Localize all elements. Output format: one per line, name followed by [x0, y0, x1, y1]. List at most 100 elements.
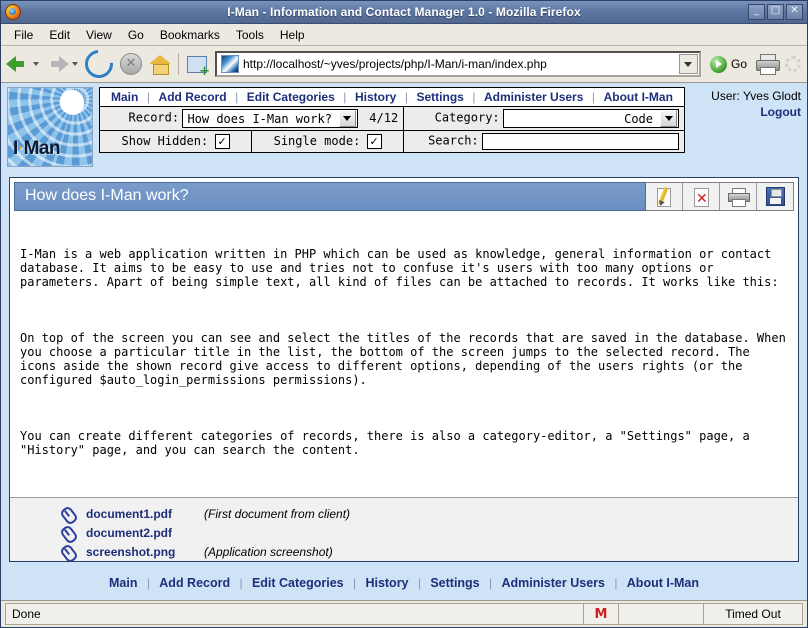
site-favicon-icon — [221, 55, 239, 73]
nav-about-iman[interactable]: About I-Man — [599, 90, 678, 104]
list-item: document2.pdf — [60, 525, 788, 541]
menu-go[interactable]: Go — [121, 26, 151, 44]
nav-separator: | — [146, 90, 150, 104]
bottom-nav-main[interactable]: Main — [103, 576, 143, 590]
page-viewport: I·Man Main | Add Record | Edit Categorie… — [1, 83, 807, 600]
bottom-nav-settings[interactable]: Settings — [424, 576, 485, 590]
attachment-link[interactable]: document2.pdf — [86, 526, 198, 540]
status-timed-out: Timed Out — [704, 603, 803, 625]
browser-window: I-Man - Information and Contact Manager … — [0, 0, 808, 628]
maximize-button[interactable]: □ — [767, 4, 784, 20]
nav-edit-categories[interactable]: Edit Categories — [242, 90, 340, 104]
show-hidden-label: Show Hidden: — [121, 133, 209, 148]
back-arrow-icon[interactable] — [5, 51, 31, 77]
record-panel-header: How does I-Man work? ✕ — [10, 178, 798, 211]
printer-icon — [728, 188, 750, 207]
url-dropdown-chevron-down-icon[interactable] — [678, 54, 698, 74]
nav-separator: | — [591, 90, 596, 104]
attachments-list: document1.pdf (First document from clien… — [10, 497, 798, 561]
record-select[interactable]: How does I-Man work? — [182, 109, 358, 128]
record-paragraph: On top of the screen you can see and sel… — [20, 331, 794, 387]
list-item: document1.pdf (First document from clien… — [60, 506, 788, 522]
delete-record-button[interactable]: ✕ — [683, 183, 720, 210]
header-controls-table: Main | Add Record | Edit Categories | Hi… — [98, 87, 685, 153]
window-title: I-Man - Information and Contact Manager … — [227, 5, 581, 19]
single-mode-label: Single mode: — [273, 133, 361, 148]
save-record-button[interactable] — [757, 183, 793, 210]
show-hidden-checkbox[interactable]: ✓ — [214, 134, 230, 150]
nav-settings[interactable]: Settings — [411, 90, 468, 104]
attachment-link[interactable]: screenshot.png — [86, 545, 198, 559]
logo-wordmark: I·Man — [13, 138, 61, 159]
paperclip-icon — [60, 544, 76, 560]
logout-link[interactable]: Logout — [689, 105, 801, 119]
page-header: I·Man Main | Add Record | Edit Categorie… — [1, 83, 807, 167]
single-mode-checkbox[interactable]: ✓ — [366, 134, 382, 150]
record-panel: How does I-Man work? ✕ I-Man is a web ap… — [9, 177, 799, 562]
toolbar-divider — [178, 53, 179, 75]
menu-file[interactable]: File — [7, 26, 40, 44]
menu-help[interactable]: Help — [273, 26, 312, 44]
bottom-nav-add-record[interactable]: Add Record — [153, 576, 236, 590]
edit-record-button[interactable] — [646, 183, 683, 210]
record-select-chevron-down-icon[interactable] — [338, 110, 356, 127]
home-icon[interactable] — [147, 51, 173, 77]
reload-icon[interactable] — [79, 44, 119, 84]
filters-row: Show Hidden: ✓ Single mode: ✓ Search: — [98, 130, 685, 153]
record-body: I-Man is a web application written in PH… — [10, 211, 798, 497]
nav-separator: | — [343, 90, 347, 104]
close-button[interactable]: ✕ — [786, 4, 803, 20]
user-info: User: Yves Glodt Logout — [689, 87, 801, 119]
url-input[interactable]: http://localhost/~yves/projects/php/I-Ma… — [243, 57, 679, 71]
nav-separator: | — [352, 576, 357, 590]
minimize-button[interactable]: _ — [748, 4, 765, 20]
menu-view[interactable]: View — [79, 26, 119, 44]
attachment-link[interactable]: document1.pdf — [86, 507, 198, 521]
bottom-nav-about-iman[interactable]: About I-Man — [621, 576, 705, 590]
user-name-label: User: Yves Glodt — [711, 89, 801, 103]
nav-main[interactable]: Main — [106, 90, 143, 104]
window-controls: _ □ ✕ — [748, 4, 807, 20]
add-bookmark-icon[interactable] — [187, 55, 210, 77]
go-button[interactable]: Go — [706, 55, 751, 73]
bottom-nav-administer-users[interactable]: Administer Users — [495, 576, 611, 590]
record-selection-row: Record: How does I-Man work? 4/12 Catego… — [98, 106, 685, 131]
forward-history-chevron-down-icon[interactable] — [72, 62, 78, 66]
bottom-nav-history[interactable]: History — [359, 576, 414, 590]
back-history-chevron-down-icon[interactable] — [33, 62, 39, 66]
forward-arrow-icon[interactable] — [44, 51, 70, 77]
nav-add-record[interactable]: Add Record — [154, 90, 232, 104]
record-actions: ✕ — [646, 182, 794, 211]
printer-icon[interactable] — [756, 54, 780, 75]
category-select[interactable]: Code — [503, 109, 679, 128]
menu-edit[interactable]: Edit — [42, 26, 77, 44]
title-bar: I-Man - Information and Contact Manager … — [1, 1, 807, 24]
record-title: How does I-Man work? — [14, 182, 646, 211]
print-record-button[interactable] — [720, 183, 757, 210]
attachment-description: (First document from client) — [204, 507, 351, 521]
record-paragraph: I-Man is a web application written in PH… — [20, 247, 779, 289]
paperclip-icon — [60, 525, 76, 541]
stop-icon[interactable]: ✕ — [120, 53, 142, 75]
menu-bookmarks[interactable]: Bookmarks — [153, 26, 227, 44]
status-blank-cell — [619, 603, 704, 625]
delete-document-icon: ✕ — [692, 187, 710, 207]
status-message: Done — [5, 603, 584, 625]
nav-administer-users[interactable]: Administer Users — [479, 90, 588, 104]
navigation-toolbar: ✕ http://localhost/~yves/projects/php/I-… — [1, 44, 807, 84]
iman-logo: I·Man — [7, 87, 93, 167]
nav-history[interactable]: History — [350, 90, 401, 104]
menu-tools[interactable]: Tools — [229, 26, 271, 44]
category-select-value: Code — [624, 111, 653, 126]
status-bar: Done M Timed Out — [1, 600, 807, 627]
category-select-chevron-down-icon[interactable] — [660, 110, 677, 127]
search-input[interactable] — [482, 133, 679, 150]
search-label: Search: — [428, 133, 479, 148]
firefox-icon — [5, 4, 21, 20]
mail-icon[interactable]: M — [584, 603, 619, 625]
top-navigation: Main | Add Record | Edit Categories | Hi… — [106, 90, 678, 104]
record-label: Record: — [128, 110, 180, 125]
url-bar[interactable]: http://localhost/~yves/projects/php/I-Ma… — [215, 51, 701, 77]
bottom-nav-edit-categories[interactable]: Edit Categories — [246, 576, 350, 590]
list-item: screenshot.png (Application screenshot) — [60, 544, 788, 560]
